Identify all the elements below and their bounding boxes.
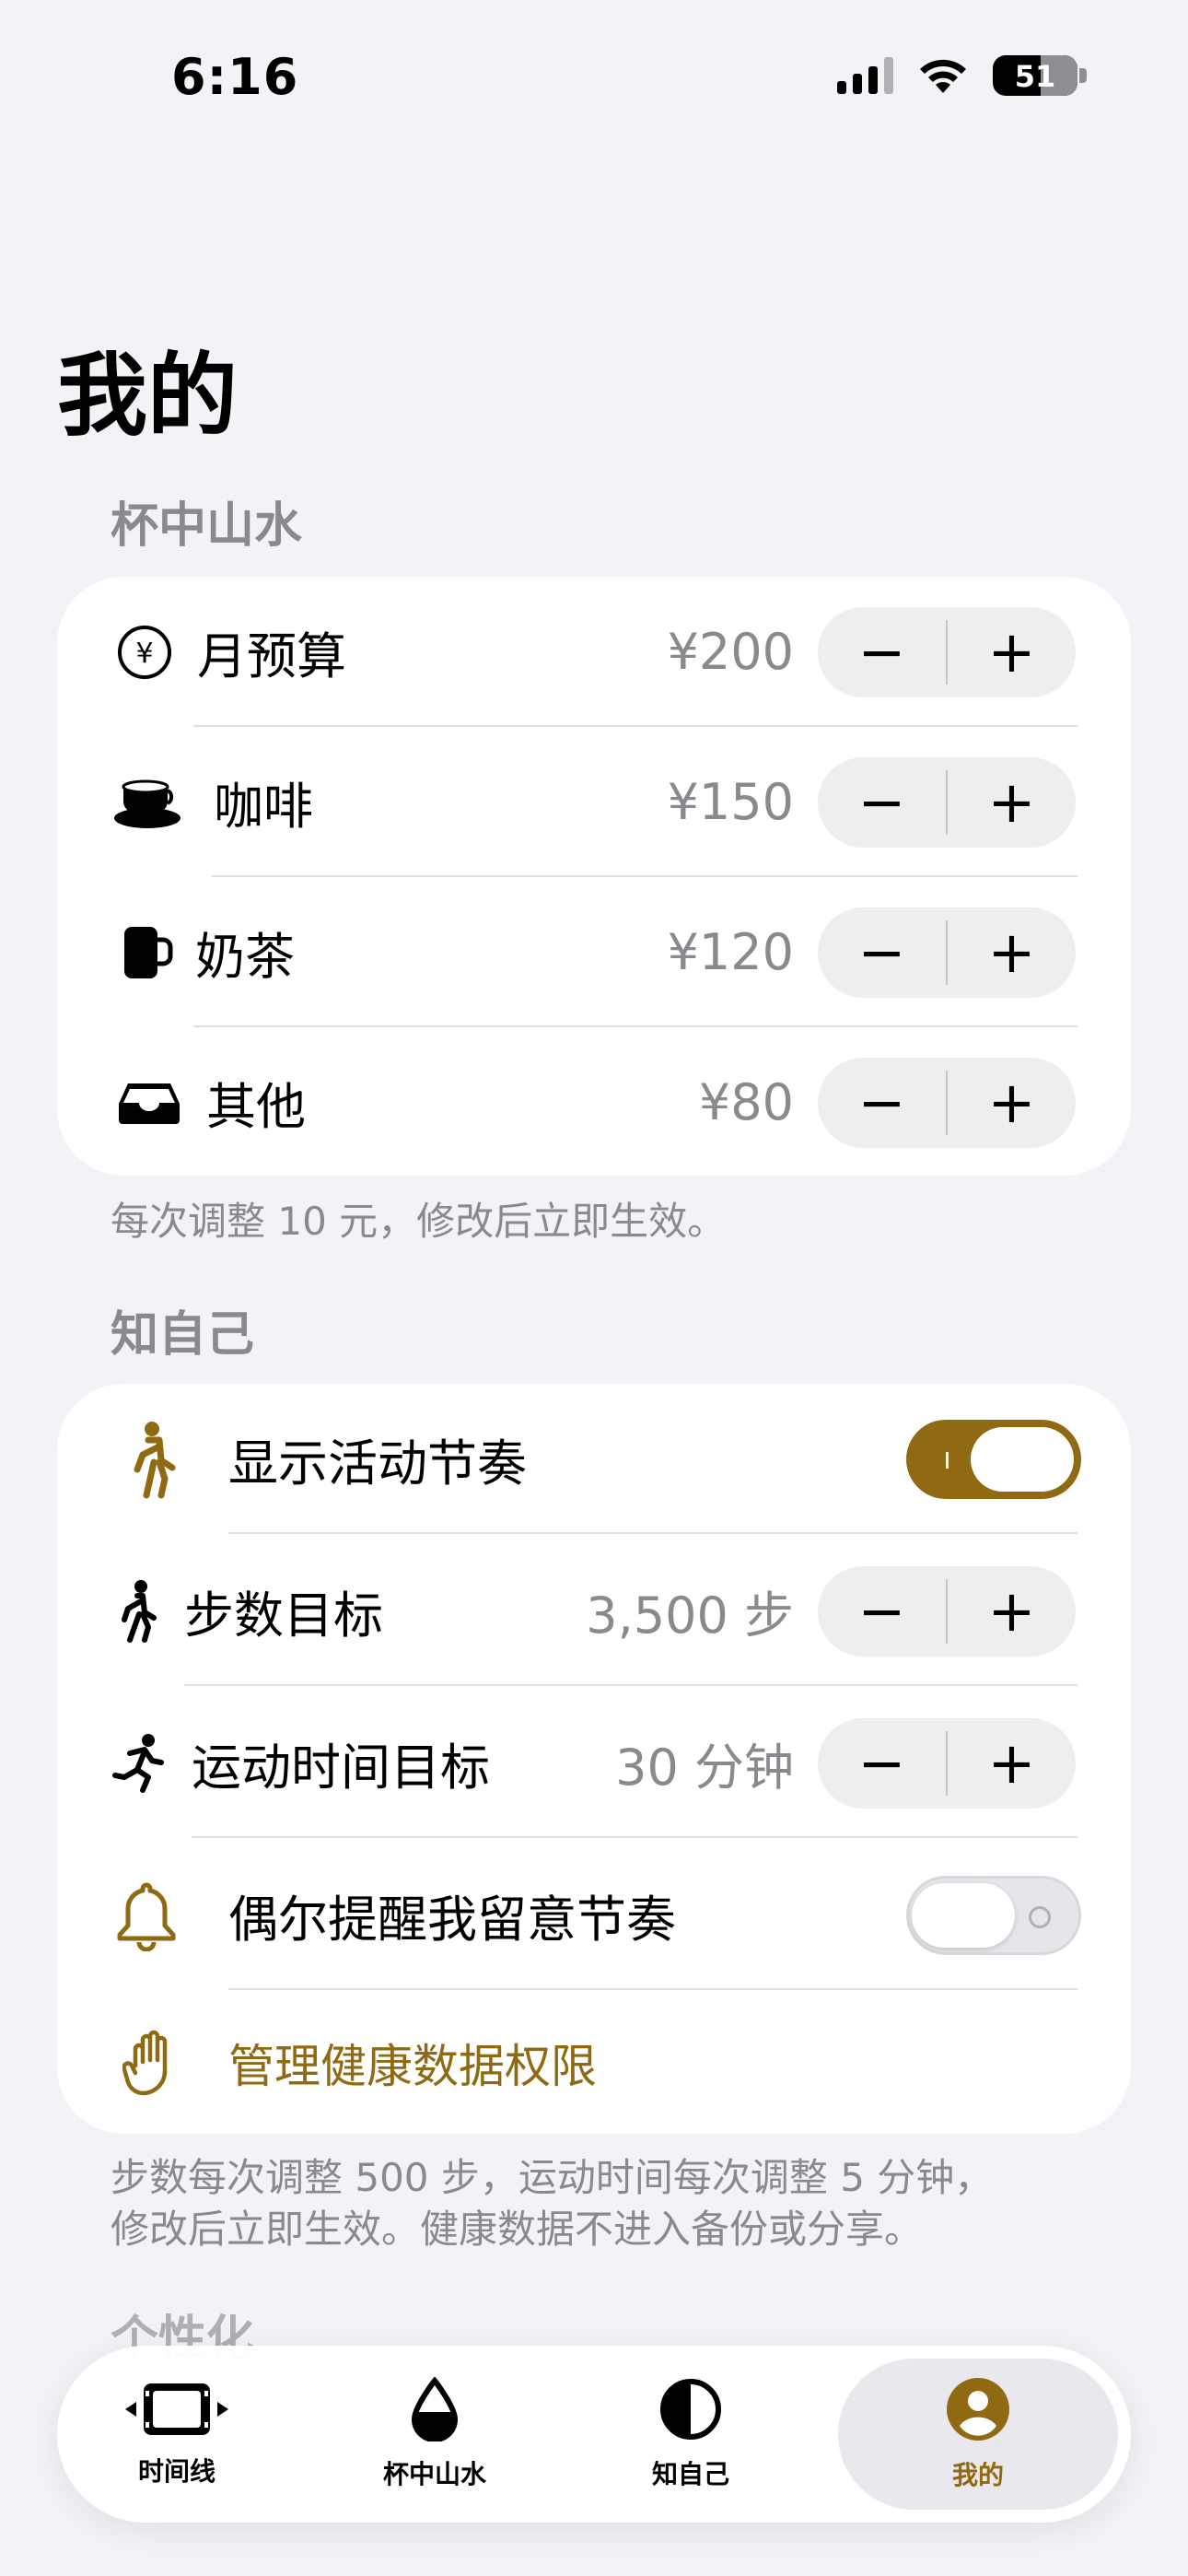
- section-header-self: 知自己: [111, 1307, 255, 1363]
- exercise-goal-stepper: − +: [818, 1717, 1076, 1809]
- decrement-button[interactable]: −: [818, 907, 946, 998]
- page-title: 我的: [57, 344, 239, 449]
- section-footer-self: 步数每次调整 500 步，运动时间每次调整 5 分钟， 修改后立即生效。健康数据…: [111, 2152, 993, 2255]
- section-footer-cup: 每次调整 10 元，修改后立即生效。: [111, 1199, 727, 1244]
- tab-label: 杯中山水: [382, 2459, 486, 2489]
- tab-know-yourself[interactable]: 知自己: [589, 2346, 792, 2523]
- tab-mine[interactable]: 我的: [838, 2359, 1118, 2510]
- decrement-button[interactable]: −: [818, 1058, 946, 1148]
- row-label: 步数目标: [184, 1587, 383, 1645]
- wifi-icon: [920, 59, 966, 93]
- row-label: 咖啡: [214, 778, 313, 836]
- battery-level: 51: [1014, 59, 1056, 94]
- mug-icon: [114, 920, 179, 985]
- increment-button[interactable]: +: [948, 1718, 1076, 1809]
- tab-label: 知自己: [651, 2459, 729, 2489]
- increment-button[interactable]: +: [948, 1566, 1076, 1657]
- show-rhythm-toggle[interactable]: [906, 1419, 1081, 1499]
- row-value: 3,500 步: [586, 1587, 794, 1645]
- row-label: 奶茶: [195, 928, 295, 986]
- section-header-cup: 杯中山水: [111, 498, 303, 554]
- half-circle-icon: [660, 2379, 721, 2440]
- tab-label: 我的: [951, 2460, 1004, 2490]
- increment-button[interactable]: +: [948, 757, 1076, 848]
- reminder-toggle[interactable]: [906, 1875, 1081, 1955]
- row-value: ¥120: [667, 923, 794, 981]
- bell-icon: [114, 1882, 179, 1951]
- tab-timeline[interactable]: 时间线: [76, 2346, 278, 2523]
- person-circle-icon: [947, 2378, 1009, 2441]
- timeline-film-icon: [125, 2383, 228, 2435]
- row-label: 运动时间目标: [192, 1739, 490, 1797]
- status-bar: 6:16 51: [0, 0, 1188, 157]
- budget-stepper: − +: [818, 1057, 1076, 1148]
- manage-health-permissions-link[interactable]: 管理健康数据权限: [57, 1992, 1131, 2134]
- yen-circle-icon: ¥: [112, 620, 177, 685]
- row-value: 30 分钟: [615, 1739, 794, 1797]
- battery-icon: 51: [993, 55, 1077, 96]
- budget-row-milk-tea: 奶茶 ¥120 − +: [57, 877, 1131, 1027]
- budget-row-monthly: ¥ 月预算 ¥200 − +: [57, 577, 1131, 727]
- status-time: 6:16: [171, 48, 299, 106]
- manage-health-label: 管理健康数据权限: [228, 2040, 597, 2093]
- decrement-button[interactable]: −: [818, 1566, 946, 1657]
- reminder-row: 偶尔提醒我留意节奏: [57, 1840, 1131, 1990]
- drop-icon: [411, 2377, 459, 2441]
- tab-cup-landscape[interactable]: 杯中山水: [333, 2346, 536, 2523]
- show-rhythm-row: 显示活动节奏: [57, 1384, 1131, 1534]
- row-label: 其他: [206, 1078, 306, 1136]
- row-label: 偶尔提醒我留意节奏: [228, 1891, 676, 1949]
- status-icons: 51: [837, 55, 1087, 96]
- budget-stepper: − +: [818, 907, 1076, 998]
- budget-stepper: − +: [818, 606, 1076, 697]
- exercise-goal-row: 运动时间目标 30 分钟 − +: [57, 1688, 1131, 1838]
- decrement-button[interactable]: −: [818, 607, 946, 697]
- increment-button[interactable]: +: [948, 607, 1076, 697]
- decrement-button[interactable]: −: [818, 757, 946, 848]
- running-icon: [107, 1731, 171, 1796]
- steps-goal-row: 步数目标 3,500 步 − +: [57, 1536, 1131, 1686]
- increment-button[interactable]: +: [948, 1058, 1076, 1148]
- row-label: 月预算: [197, 627, 346, 685]
- tab-label: 时间线: [137, 2456, 215, 2487]
- cellular-signal-icon: [837, 57, 893, 94]
- budget-row-other: 其他 ¥80 − +: [57, 1027, 1131, 1177]
- row-label: 显示活动节奏: [228, 1434, 527, 1493]
- row-value: ¥80: [698, 1073, 794, 1131]
- decrement-button[interactable]: −: [818, 1718, 946, 1809]
- walking-figure-icon: [120, 1421, 184, 1498]
- svg-text:¥: ¥: [135, 638, 153, 670]
- cup-budget-card: ¥ 月预算 ¥200 − + 咖啡 ¥150 − + 奶茶 ¥120 − + 其…: [57, 577, 1131, 1176]
- row-value: ¥200: [667, 623, 794, 681]
- self-settings-card: 显示活动节奏 步数目标 3,500 步 − + 运动时间目标 30 分钟 − +: [57, 1384, 1131, 2134]
- budget-row-coffee: 咖啡 ¥150 − +: [57, 727, 1131, 877]
- row-value: ¥150: [667, 773, 794, 831]
- tray-icon: [116, 1071, 182, 1135]
- footer-line-2: 修改后立即生效。健康数据不进入备份或分享。: [111, 2207, 924, 2252]
- hand-raised-icon: [118, 2030, 182, 2096]
- coffee-cup-icon: [112, 770, 186, 835]
- budget-stepper: − +: [818, 756, 1076, 848]
- tab-bar: 时间线 杯中山水 知自己 我的: [57, 2346, 1131, 2523]
- increment-button[interactable]: +: [948, 907, 1076, 998]
- footer-line-1: 步数每次调整 500 步，运动时间每次调整 5 分钟，: [111, 2155, 994, 2200]
- walking-icon: [105, 1579, 169, 1644]
- steps-goal-stepper: − +: [818, 1565, 1076, 1657]
